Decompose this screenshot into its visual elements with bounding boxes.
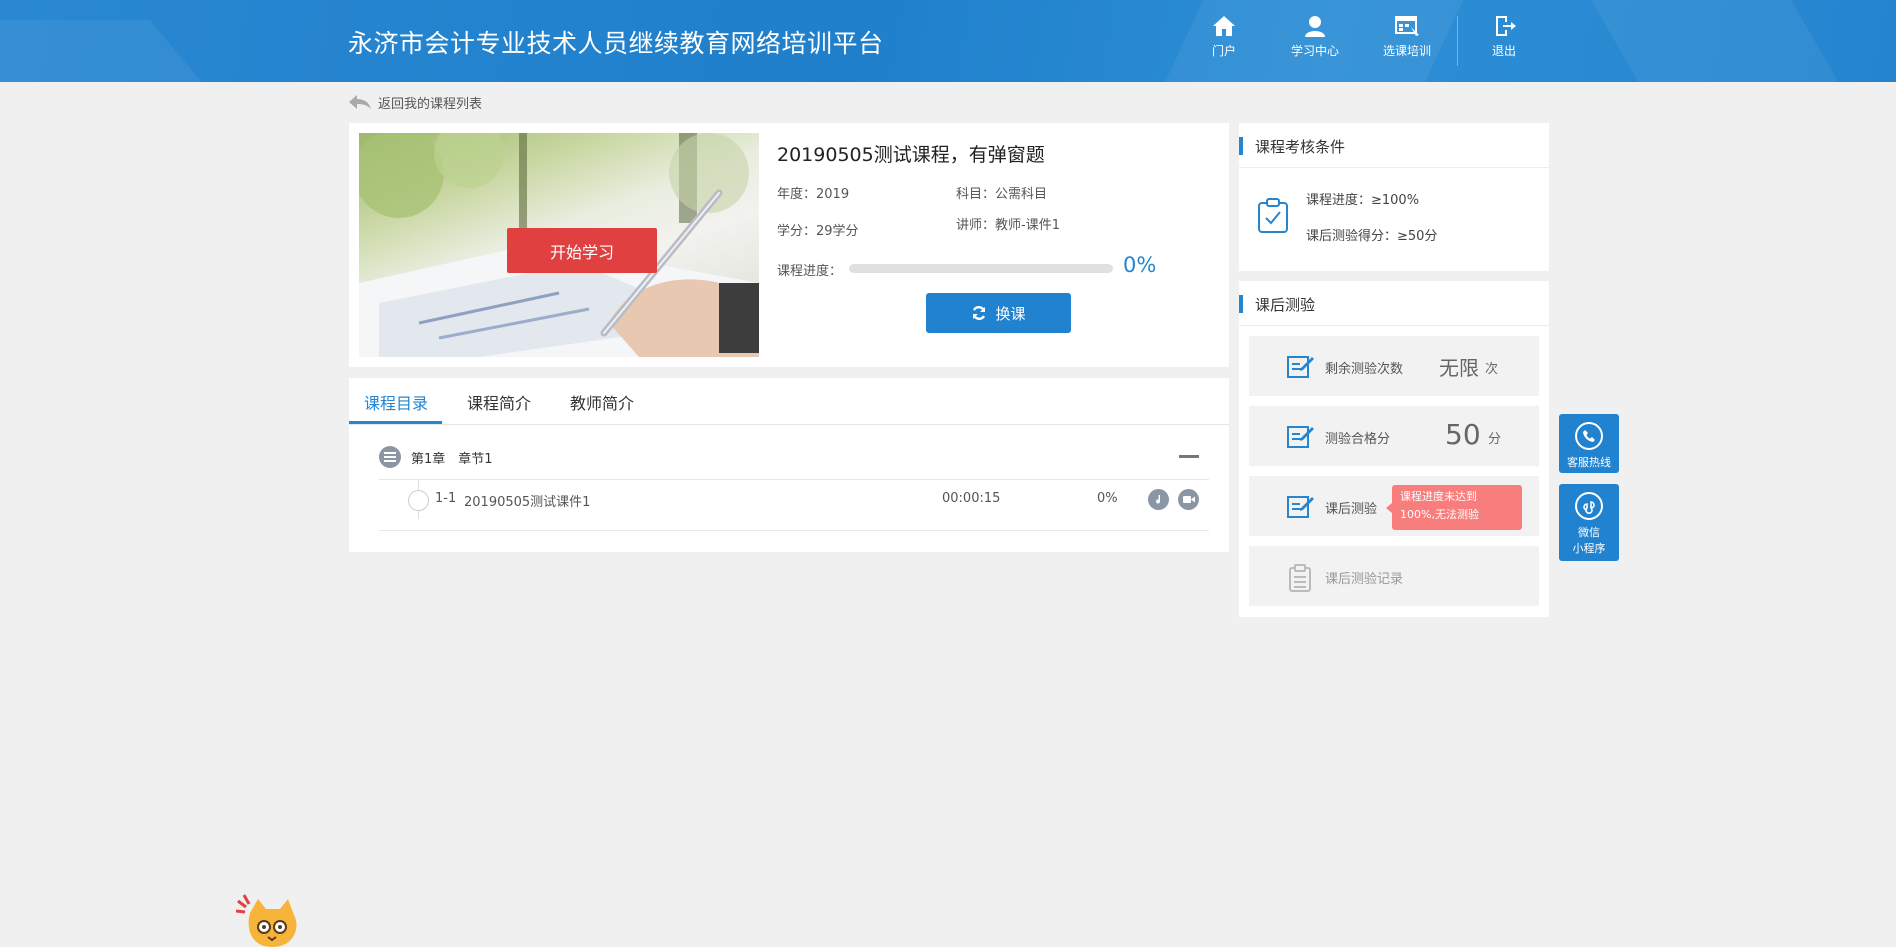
progress-percent: 0% xyxy=(1123,253,1157,277)
pass-score-value: 50 xyxy=(1445,418,1481,451)
collapse-chapter-icon[interactable] xyxy=(1179,455,1199,458)
switch-course-label: 换课 xyxy=(995,304,1026,323)
course-cover-image: 开始学习 xyxy=(359,133,759,357)
nav-course-select-label: 选课培训 xyxy=(1382,44,1431,58)
tab-course-intro[interactable]: 课程简介 xyxy=(467,390,531,414)
course-year: 年度：2019 xyxy=(777,187,850,202)
remaining-attempts-value: 无限 xyxy=(1439,356,1479,380)
refresh-icon xyxy=(973,306,986,320)
miniprogram-icon xyxy=(1575,492,1603,520)
edit-note-icon xyxy=(1287,426,1314,448)
tab-course-catalog[interactable]: 课程目录 xyxy=(364,390,428,414)
chapter-title: 第1章 章节1 xyxy=(411,452,493,467)
lesson-progress: 0% xyxy=(1097,491,1118,506)
logout-icon xyxy=(1496,16,1516,36)
course-tabs: 课程目录 课程简介 教师简介 xyxy=(349,378,1229,425)
quiz-tip-line-2: 100%,无法测验 xyxy=(1400,508,1479,521)
video-icon[interactable] xyxy=(1178,489,1199,510)
clipboard-check-icon xyxy=(1258,198,1288,233)
audio-icon[interactable] xyxy=(1148,489,1169,510)
back-arrow-icon xyxy=(349,95,371,109)
top-header: 永济市会计专业技术人员继续教育网络培训平台 门户 学习中心 选课培训 退出 xyxy=(0,0,1896,82)
pass-score-row: 测验合格分 50 分 xyxy=(1249,406,1539,466)
chapter-list-icon xyxy=(379,446,401,468)
nav-home[interactable]: 门户 xyxy=(1194,14,1254,59)
phone-icon xyxy=(1575,422,1603,450)
lesson-number: 1-1 xyxy=(435,491,457,506)
quiz-tip-line-1: 课程进度未达到 xyxy=(1400,490,1477,503)
nav-home-label: 门户 xyxy=(1211,44,1236,58)
progress-bar xyxy=(849,264,1113,273)
take-quiz-row[interactable]: 课后测验 课程进度未达到 100%,无法测验 xyxy=(1249,476,1539,536)
lesson-status-dot xyxy=(408,490,429,511)
pass-score-label: 测验合格分 xyxy=(1325,432,1391,447)
edit-note-icon xyxy=(1287,356,1314,378)
nav-logout-label: 退出 xyxy=(1491,44,1516,58)
quiz-unavailable-tooltip: 课程进度未达到 100%,无法测验 xyxy=(1386,485,1522,530)
home-icon xyxy=(1213,16,1235,36)
quiz-records-row[interactable]: 课后测验记录 xyxy=(1249,546,1539,606)
chapter-divider xyxy=(379,479,1209,480)
course-catalog-card: 课程目录 课程简介 教师简介 第1章 章节1 1-1 20190505测试课件1… xyxy=(349,378,1229,552)
customer-hotline-label: 客服热线 xyxy=(1567,456,1611,469)
quiz-panel-header: 课后测验 xyxy=(1239,281,1549,326)
course-subject: 科目：公需科目 xyxy=(956,187,1048,202)
lesson-duration: 00:00:15 xyxy=(942,491,1001,506)
after-class-quiz-panel: 课后测验 剩余测验次数 无限 次 测验合格分 50 分 课后测验 课程进度未达到… xyxy=(1239,281,1549,617)
switch-course-button[interactable]: 换课 xyxy=(926,293,1071,333)
assessment-conditions-panel: 课程考核条件 课程进度：≥100% 课后测验得分：≥50分 xyxy=(1239,123,1549,271)
course-lecturer: 讲师：教师-课件1 xyxy=(956,218,1060,233)
site-title: 永济市会计专业技术人员继续教育网络培训平台 xyxy=(348,29,884,58)
remaining-attempts-unit: 次 xyxy=(1485,362,1499,377)
assessment-panel-header: 课程考核条件 xyxy=(1239,123,1549,168)
course-title: 20190505测试课程，有弹窗题 xyxy=(777,144,1045,166)
score-requirement: 课后测验得分：≥50分 xyxy=(1306,229,1438,244)
quiz-records-label: 课后测验记录 xyxy=(1325,572,1404,587)
remaining-attempts-row: 剩余测验次数 无限 次 xyxy=(1249,336,1539,396)
progress-requirement: 课程进度：≥100% xyxy=(1306,193,1420,208)
take-quiz-label: 课后测验 xyxy=(1325,502,1378,517)
progress-label: 课程进度： xyxy=(777,264,843,279)
nav-study-center-label: 学习中心 xyxy=(1290,44,1339,58)
nav-study-center[interactable]: 学习中心 xyxy=(1285,14,1345,59)
nav-divider xyxy=(1457,16,1458,66)
lesson-divider xyxy=(379,530,1209,531)
start-learning-button[interactable]: 开始学习 xyxy=(507,228,657,273)
panel-accent-bar xyxy=(1239,295,1243,313)
pass-score-unit: 分 xyxy=(1488,432,1502,447)
wechat-label-line-2: 小程序 xyxy=(1572,542,1606,555)
user-icon xyxy=(1305,16,1325,37)
nav-logout[interactable]: 退出 xyxy=(1474,14,1534,59)
assessment-panel-title: 课程考核条件 xyxy=(1255,138,1346,156)
remaining-attempts-label: 剩余测验次数 xyxy=(1325,362,1404,377)
wechat-miniprogram-button[interactable]: 微信 小程序 xyxy=(1559,484,1619,561)
clipboard-icon xyxy=(1289,564,1311,592)
edit-note-icon xyxy=(1287,496,1314,518)
tab-teacher-intro[interactable]: 教师简介 xyxy=(570,390,634,414)
course-info-card: 开始学习 20190505测试课程，有弹窗题 年度：2019 科目：公需科目 学… xyxy=(349,123,1229,367)
lesson-title[interactable]: 20190505测试课件1 xyxy=(464,491,590,510)
back-to-course-list-link[interactable]: 返回我的课程列表 xyxy=(348,92,482,112)
customer-hotline-button[interactable]: 客服热线 xyxy=(1559,414,1619,473)
panel-accent-bar xyxy=(1239,137,1243,155)
active-tab-indicator xyxy=(349,421,442,424)
back-link-label: 返回我的课程列表 xyxy=(378,96,483,112)
wechat-label-line-1: 微信 xyxy=(1578,526,1600,539)
quiz-panel-title: 课后测验 xyxy=(1255,296,1316,314)
course-select-icon xyxy=(1395,16,1419,36)
course-credit: 学分：29学分 xyxy=(777,224,859,239)
nav-course-select[interactable]: 选课培训 xyxy=(1377,14,1437,59)
cat-mascot-icon[interactable] xyxy=(236,893,310,947)
